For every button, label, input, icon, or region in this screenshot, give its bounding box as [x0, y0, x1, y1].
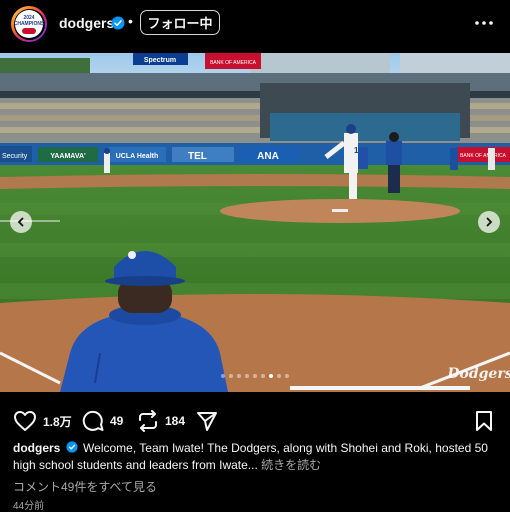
- read-more-link[interactable]: 続きを読む: [261, 458, 321, 472]
- like-count: 1.8万: [43, 414, 72, 429]
- avatar-champions-text: CHAMPIONS: [13, 20, 45, 27]
- carousel-prev-button[interactable]: [10, 211, 32, 233]
- chevron-left-icon: [17, 217, 24, 227]
- carousel-dot: [261, 374, 265, 378]
- chevron-right-icon: [486, 217, 493, 227]
- bookmark-icon: [476, 411, 492, 431]
- like-action[interactable]: 1.8万: [13, 410, 72, 432]
- carousel-dot: [221, 374, 225, 378]
- send-icon: [197, 412, 217, 431]
- comment-action[interactable]: 49: [82, 410, 123, 432]
- sign-ana: ANA: [257, 151, 279, 162]
- carousel-dot: [237, 374, 241, 378]
- post-actions: 1.8万 49 184: [0, 404, 510, 438]
- carousel-dot: [229, 374, 233, 378]
- heart-icon: [14, 411, 36, 431]
- header-separator: •: [128, 13, 133, 29]
- caption-text: Welcome, Team Iwate! The Dodgers, along …: [13, 441, 488, 472]
- sign-bank: BANK OF AMERICA: [460, 153, 507, 159]
- post-username[interactable]: dodgers: [59, 15, 114, 31]
- view-all-comments-link[interactable]: コメント49件をすべて見る: [13, 478, 157, 495]
- save-action[interactable]: [474, 410, 494, 432]
- carousel-dot: [245, 374, 249, 378]
- profile-avatar[interactable]: 2024 CHAMPIONS: [11, 6, 47, 42]
- carousel-dot: [277, 374, 281, 378]
- repost-action[interactable]: 184: [137, 410, 185, 432]
- caption-username[interactable]: dodgers: [13, 441, 60, 455]
- post-timestamp: 44分前: [13, 501, 45, 512]
- post-header: 2024 CHAMPIONS dodgers • フォロー中: [0, 0, 510, 48]
- sign-yaamava: YAAMAVA': [50, 153, 86, 160]
- carousel-next-button[interactable]: [478, 211, 500, 233]
- carousel-dot: [253, 374, 257, 378]
- carousel-dot: [269, 374, 273, 378]
- carousel-indicator: [0, 374, 510, 378]
- sign-spectrum: Spectrum: [144, 57, 176, 64]
- carousel-dot: [285, 374, 289, 378]
- comment-icon: [82, 410, 104, 431]
- repost-icon: [139, 410, 157, 432]
- verified-badge-icon: [66, 441, 78, 453]
- following-button[interactable]: フォロー中: [140, 10, 220, 35]
- repost-count: 184: [165, 414, 186, 428]
- comment-count: 49: [110, 414, 124, 428]
- stadium-photo: Spectrum BANK OF AMERICA Security YAAMAV…: [0, 53, 510, 392]
- more-options-icon[interactable]: [473, 12, 495, 34]
- post-photo[interactable]: Spectrum BANK OF AMERICA Security YAAMAV…: [0, 53, 510, 392]
- post-caption: dodgers Welcome, Team Iwate! The Dodgers…: [13, 440, 493, 474]
- verified-badge-icon: [111, 16, 125, 30]
- sign-tel: TEL: [188, 151, 207, 162]
- sign-ucla: UCLA Health: [116, 153, 159, 160]
- share-action[interactable]: [196, 410, 218, 432]
- avatar-emblem-icon: [22, 27, 36, 34]
- sign-bank-top: BANK OF AMERICA: [210, 60, 257, 66]
- sign-left: Security: [2, 153, 28, 160]
